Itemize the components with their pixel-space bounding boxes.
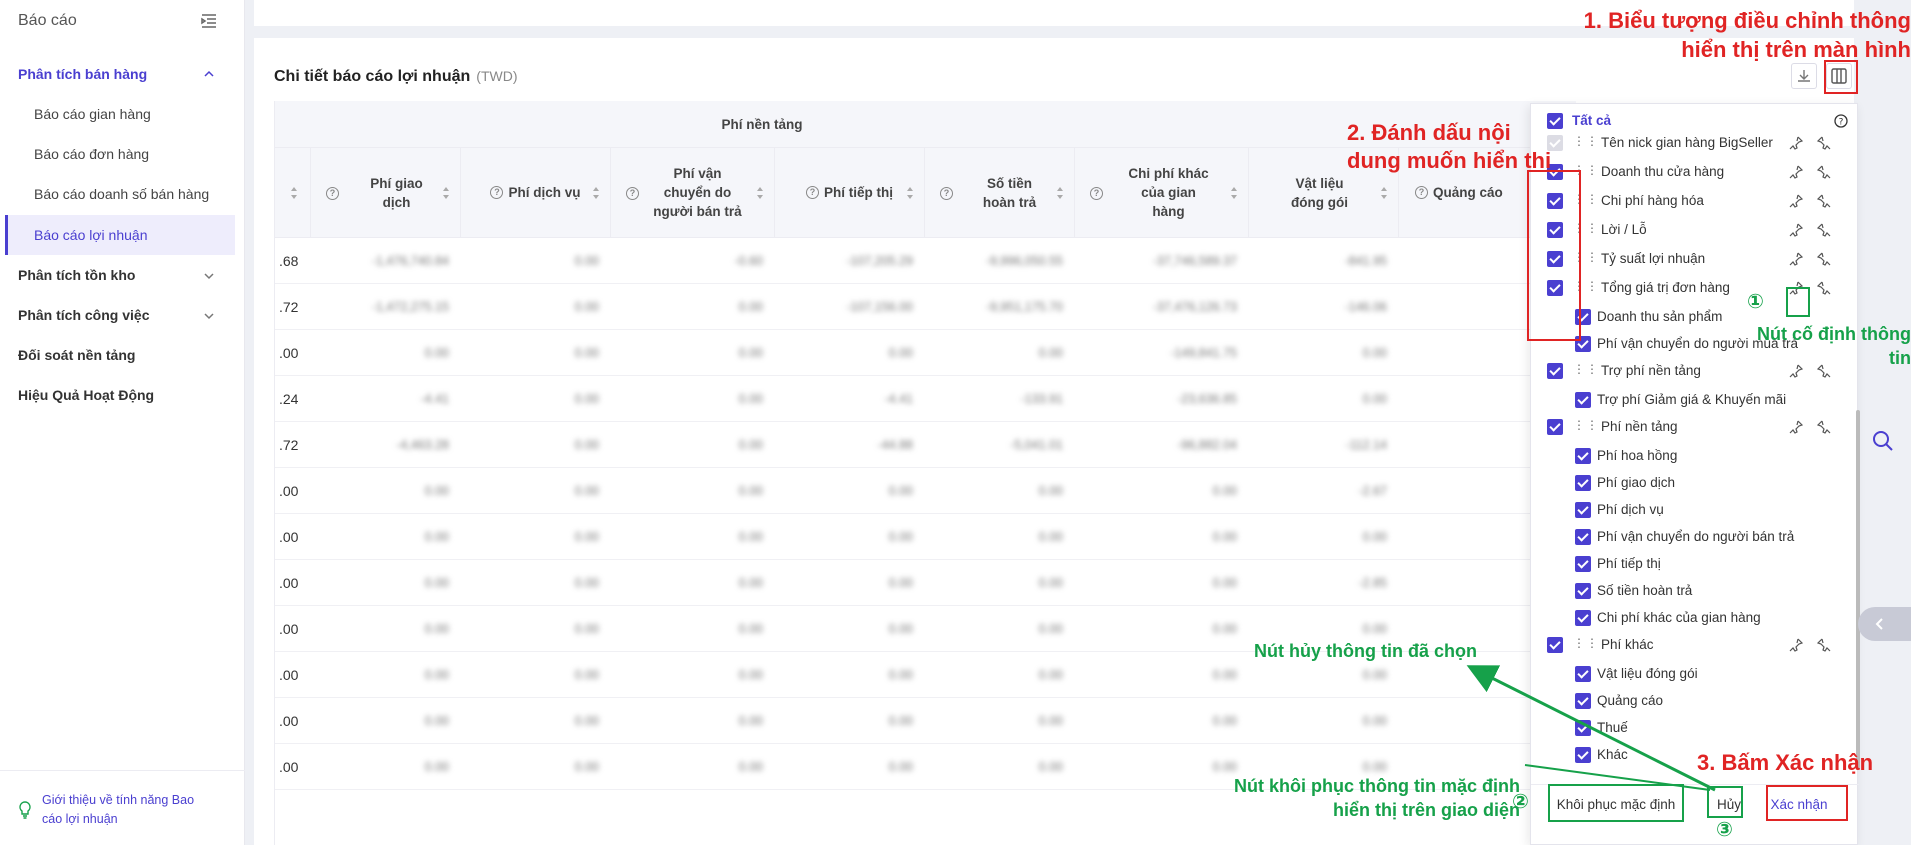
annotation-arrows: [1466, 665, 1716, 792]
